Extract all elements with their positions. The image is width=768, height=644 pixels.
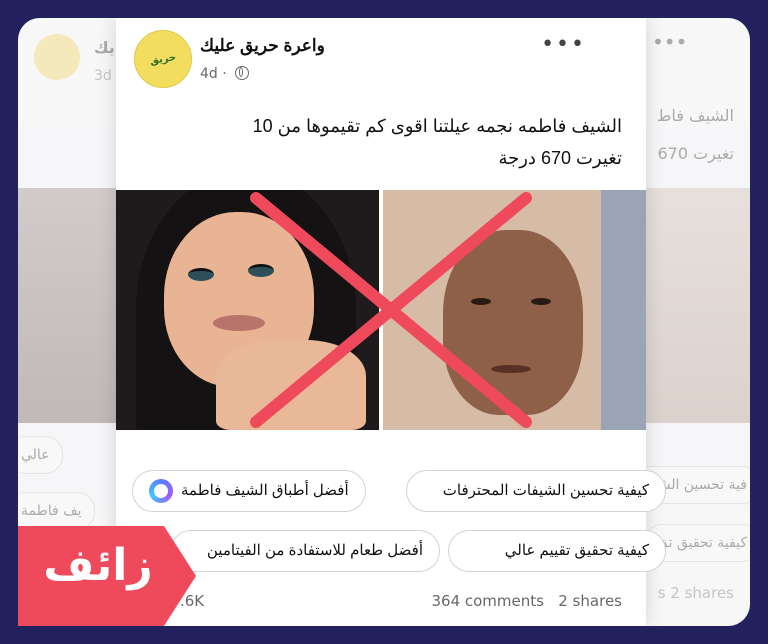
eye-shape (248, 264, 274, 277)
more-options-icon[interactable]: ••• (541, 32, 586, 57)
lips-shape (213, 315, 265, 331)
ghost-caption: تغيرت 670 (657, 144, 734, 163)
photo-after[interactable] (116, 190, 379, 430)
ghost-chip: يف فاطمة (18, 492, 95, 530)
eye-shape (531, 298, 551, 305)
ghost-page-name: يك (94, 38, 115, 57)
chip-label: أفضل أطباق الشيف فاطمة (181, 482, 349, 499)
shares-count[interactable]: 2 shares (558, 592, 622, 610)
facebook-post: حريق واعرة حريق عليك 4d · ••• الشيف فاطم… (116, 18, 666, 626)
mouth-shape (491, 365, 531, 373)
face-shape (443, 230, 583, 415)
ghost-photo (18, 188, 118, 423)
ghost-caption: الشيف فاط (656, 106, 734, 125)
photo-before[interactable] (383, 190, 646, 430)
caption-line: الشيف فاطمه نجمه عيلتنا اقوى كم تقيموها … (252, 116, 622, 136)
suggestion-chip[interactable]: أفضل طعام للاستفادة من الفيتامين (170, 530, 440, 572)
ghost-avatar (34, 34, 80, 80)
post-header: حريق واعرة حريق عليك 4d · ••• (116, 18, 646, 98)
ghost-chip: عالي (18, 436, 63, 474)
post-caption: الشيف فاطمه نجمه عيلتنا اقوى كم تقيموها … (142, 110, 622, 174)
eye-shape (188, 268, 214, 281)
suggestion-chip[interactable]: كيفية تحقيق تقييم عالي (448, 530, 666, 572)
ghost-photo (640, 188, 750, 423)
post-photos[interactable] (116, 190, 646, 430)
globe-icon (235, 66, 250, 80)
fake-label-text: زائف (43, 540, 153, 591)
ghost-more-icon: ••• (652, 30, 688, 54)
post-stats: 364 comments 2 shares (431, 592, 622, 610)
eye-shape (471, 298, 491, 305)
post-timestamp[interactable]: 4d · (200, 66, 250, 82)
hand-shape (216, 340, 366, 430)
post-time-label: 4d · (200, 66, 227, 82)
page-avatar[interactable]: حريق (134, 30, 192, 88)
comments-count[interactable]: 364 comments (431, 592, 543, 610)
caption-line: تغيرت 670 درجة (498, 148, 622, 168)
page-logo: حريق (149, 51, 177, 67)
page-name[interactable]: واعرة حريق عليك (200, 36, 325, 56)
meta-ai-ring-icon (149, 479, 173, 504)
suggestion-chip[interactable]: كيفية تحسين الشيفات المحترفات (406, 470, 666, 512)
suggestion-chip-ai[interactable]: أفضل أطباق الشيف فاطمة (132, 470, 366, 512)
ghost-shares: s 2 shares (657, 584, 734, 602)
background-shape (601, 190, 646, 430)
ghost-time: 3d (94, 68, 112, 84)
